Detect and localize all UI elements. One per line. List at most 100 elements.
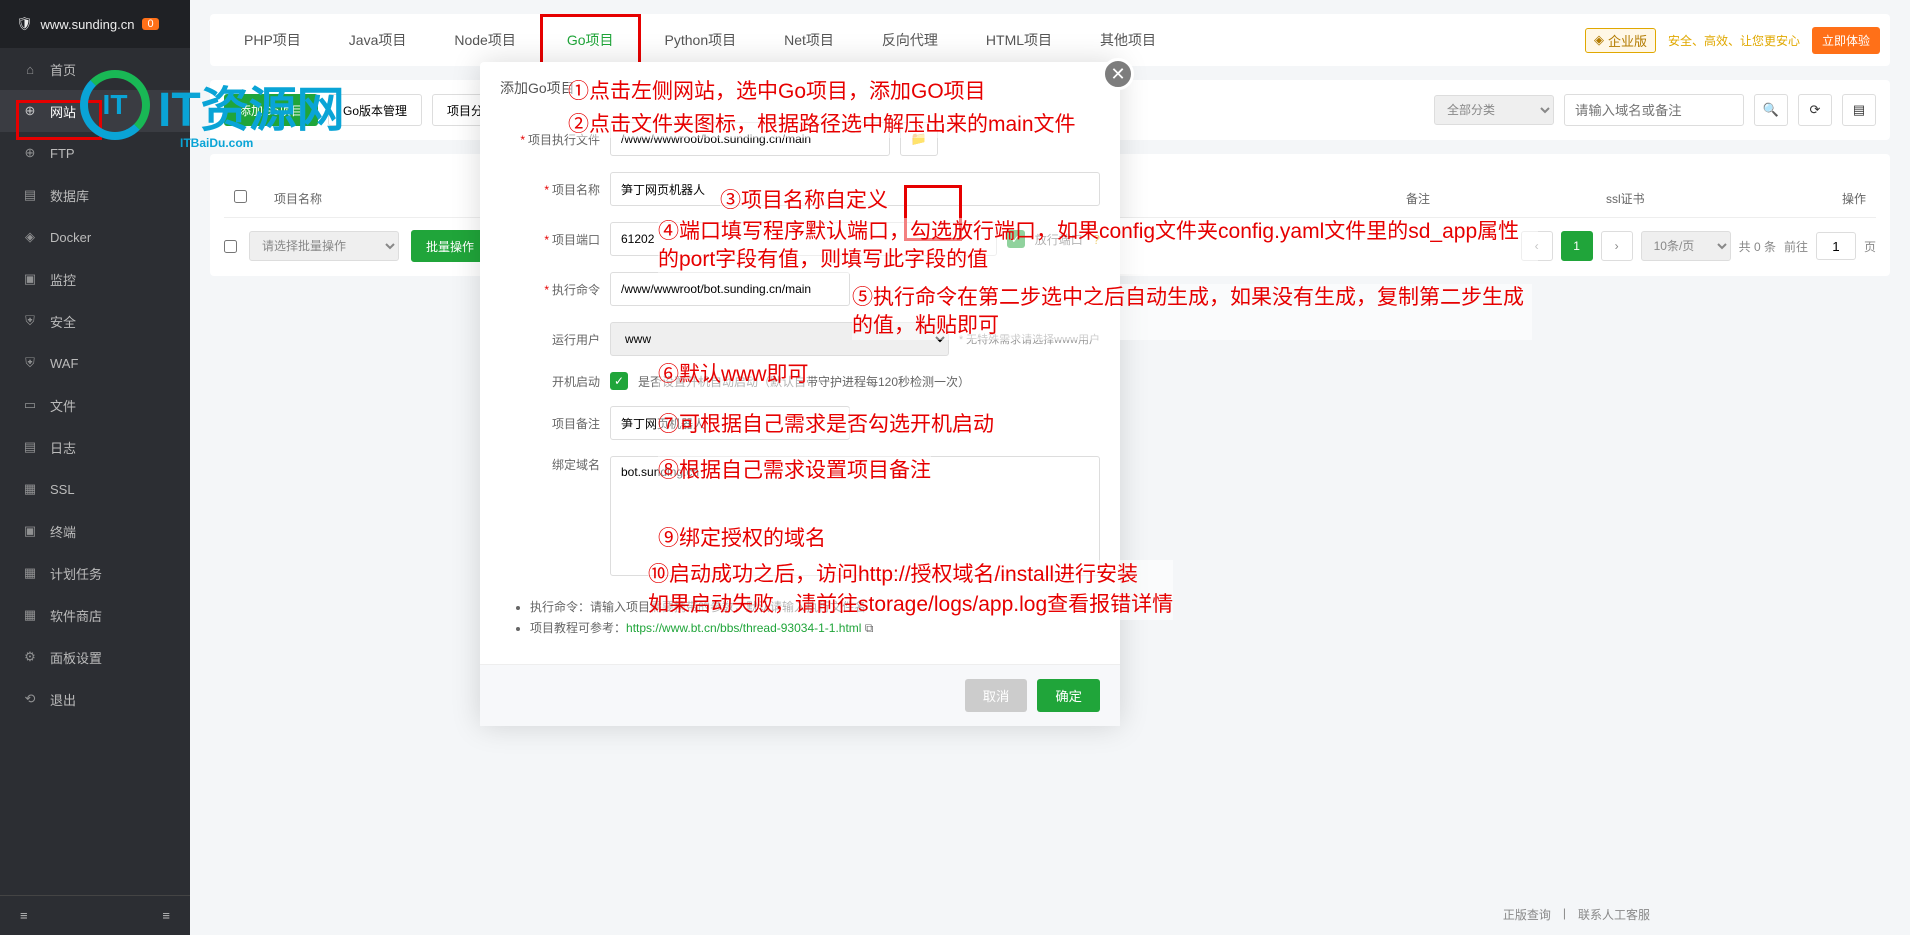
cmd-input[interactable] [610,272,850,306]
sb-label-9: 日志 [50,438,76,457]
remark-input[interactable] [610,406,850,440]
sb-label-2: FTP [50,146,75,161]
sidebar-item-12[interactable]: ▦计划任务 [0,552,190,594]
notif-badge[interactable]: 0 [142,18,158,30]
batch-action-button[interactable]: 批量操作 [411,230,489,262]
tab-4[interactable]: Python项目 [641,14,761,66]
tab-6[interactable]: 反向代理 [858,14,962,66]
help-icon[interactable]: ? [1093,232,1100,247]
sidebar-item-14[interactable]: ⚙面板设置 [0,636,190,678]
sb-label-0: 首页 [50,60,76,79]
sidebar-footer: ≡ ≡ [0,895,190,935]
exec-file-input[interactable] [610,122,890,156]
domain-textarea[interactable] [610,456,1100,576]
refresh-icon-button[interactable]: ⟳ [1798,94,1832,126]
project-name-input[interactable] [610,172,1100,206]
user-select[interactable]: www [610,322,949,356]
sidebar-item-1[interactable]: ⊕网站 [0,90,190,132]
sidebar-item-13[interactable]: ▦软件商店 [0,594,190,636]
sidebar-item-11[interactable]: ▣终端 [0,510,190,552]
sb-label-11: 终端 [50,522,76,541]
allow-port-label: 放行端口 [1035,231,1083,248]
col-ops: 操作 [1796,190,1876,207]
exec-file-label: 项目执行文件 [528,133,600,147]
sb-icon-12: ▦ [22,565,38,581]
collapse-right-icon[interactable]: ≡ [162,908,170,923]
add-go-project-button[interactable]: 添加Go项目 [224,94,318,126]
contact-support-link[interactable]: 联系人工客服 [1578,906,1650,923]
name-label: 项目名称 [552,183,600,197]
pager-page-1[interactable]: 1 [1561,231,1593,261]
user-hint: * 无特殊需求请选择www用户 [959,331,1100,347]
collapse-left-icon[interactable]: ≡ [20,908,28,923]
sidebar-item-2[interactable]: ⊕ FTP [0,132,190,174]
tab-5[interactable]: Net项目 [760,14,858,66]
page-suffix: 页 [1864,238,1876,255]
close-icon[interactable]: ✕ [1102,58,1134,90]
sb-label-7: WAF [50,356,78,371]
sb-label-4: Docker [50,230,91,245]
category-select[interactable]: 全部分类 [1434,95,1554,125]
columns-icon-button[interactable]: ▤ [1842,94,1876,126]
sb-icon-10: ▦ [22,481,38,497]
allow-port-checkbox[interactable]: ✓ [1007,230,1025,248]
col-ssl: ssl证书 [1596,190,1796,207]
sb-label-1: 网站 [50,102,76,121]
cancel-button[interactable]: 取消 [965,679,1028,712]
sidebar-item-15[interactable]: ⟲ 退出 [0,678,190,720]
sb-label-5: 监控 [50,270,76,289]
sb-icon-9: ▤ [22,439,38,455]
select-all-checkbox[interactable] [234,190,247,203]
add-go-project-modal: ✕ 添加Go项目 *项目执行文件 📁 *项目名称 *项目端口 ✓ 放行端口 ? … [480,62,1120,726]
tab-7[interactable]: HTML项目 [962,14,1076,66]
sb-icon-5: ▣ [22,271,38,287]
port-label: 项目端口 [552,233,600,247]
boot-checkbox[interactable]: ✓ [610,372,628,390]
sb-label-6: 安全 [50,312,76,331]
sidebar-item-3[interactable]: ▤数据库 [0,174,190,216]
sb-icon-2: ⊕ [22,145,38,161]
tab-1[interactable]: Java项目 [325,14,431,66]
go-version-manage-button[interactable]: Go版本管理 [328,94,422,126]
shield-icon: 🛡 [16,16,33,32]
sidebar-item-6[interactable]: ⛨安全 [0,300,190,342]
tab-3[interactable]: Go项目 [540,14,641,66]
tab-0[interactable]: PHP项目 [220,14,325,66]
row-select-checkbox[interactable] [224,240,237,253]
port-input[interactable] [610,222,997,256]
goto-page-input[interactable] [1816,232,1856,260]
sidebar-item-9[interactable]: ▤ 日志 [0,426,190,468]
tab-8[interactable]: 其他项目 [1076,14,1180,66]
search-icon-button[interactable]: 🔍 [1754,94,1788,126]
sb-icon-8: ▭ [22,397,38,413]
batch-select[interactable]: 请选择批量操作 [249,231,399,261]
tip-2: 项目教程可参考：https://www.bt.cn/bbs/thread-930… [530,619,1090,636]
sidebar-item-10[interactable]: ▦SSL [0,468,190,510]
try-now-button[interactable]: 立即体验 [1812,27,1880,54]
safe-text: 安全、高效、让您更安心 [1668,32,1800,49]
genuine-check-link[interactable]: 正版查询 [1503,906,1551,923]
boot-label: 开机启动 [552,375,600,389]
folder-icon-button[interactable]: 📁 [900,122,938,156]
user-label: 运行用户 [552,333,600,347]
sidebar-item-4[interactable]: ◈Docker [0,216,190,258]
sb-icon-15: ⟲ [22,691,38,707]
confirm-button[interactable]: 确定 [1037,679,1100,712]
pager-prev-button[interactable]: ‹ [1521,231,1553,261]
search-input[interactable] [1564,94,1744,126]
sb-icon-13: ▦ [22,607,38,623]
pager-next-button[interactable]: › [1601,231,1633,261]
modal-title: 添加Go项目 [480,62,1120,114]
sidebar-item-7[interactable]: ⛨ WAF [0,342,190,384]
sidebar-item-5[interactable]: ▣ 监控 [0,258,190,300]
per-page-select[interactable]: 10条/页 [1641,231,1731,261]
modal-tips: 执行命令：请输入项目需要携带的参数，默认请输入执行文件名 项目教程可参考：htt… [480,584,1120,650]
tab-2[interactable]: Node项目 [430,14,539,66]
enterprise-badge[interactable]: ◈企业版 [1585,28,1656,53]
sb-icon-7: ⛨ [22,355,38,371]
sb-label-15: 退出 [50,690,76,709]
tutorial-link[interactable]: https://www.bt.cn/bbs/thread-93034-1-1.h… [626,621,861,635]
sb-icon-14: ⚙ [22,649,38,665]
sidebar-item-0[interactable]: ⌂首页 [0,48,190,90]
sidebar-item-8[interactable]: ▭文件 [0,384,190,426]
